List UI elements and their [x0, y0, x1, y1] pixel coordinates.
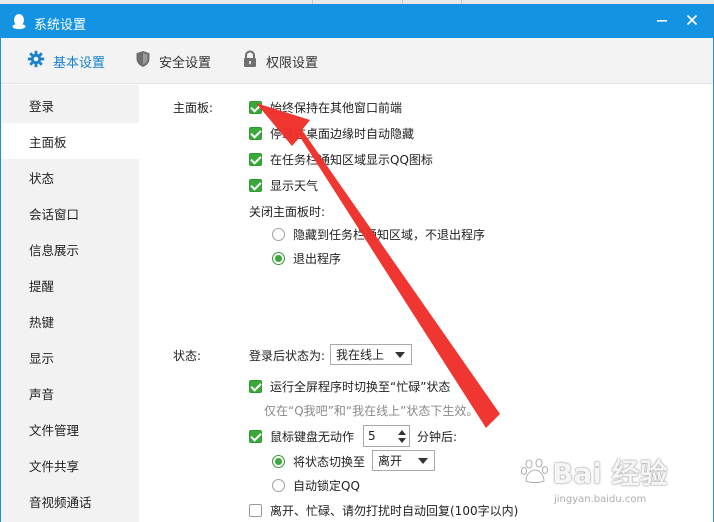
title-bar[interactable]: 系统设置 [1, 5, 713, 38]
gear-icon [27, 50, 53, 72]
settings-sidebar: 登录 主面板 状态 会话窗口 信息展示 提醒 热键 显示 声音 文件管理 文件共… [1, 85, 139, 522]
chevron-down-icon [395, 352, 405, 358]
after-login-status-select[interactable]: 我在线上 [330, 344, 412, 365]
sidebar-item-label: 文件共享 [29, 458, 80, 474]
sidebar-item-label: 文件管理 [29, 422, 80, 438]
tab-permission-settings[interactable]: 权限设置 [242, 38, 318, 84]
sidebar-item-login[interactable]: 登录 [1, 87, 139, 123]
auto-lock-label: 自动锁定QQ [293, 479, 360, 493]
sidebar-item-label: 提醒 [29, 278, 55, 294]
always-on-top-checkbox[interactable] [249, 101, 262, 114]
status-section-label: 状态: [173, 349, 202, 363]
stepper-down-icon[interactable] [398, 438, 406, 443]
after-login-status-value: 我在线上 [336, 348, 385, 362]
close-button[interactable] [679, 9, 705, 33]
fullscreen-busy-hint: 仅在“Q我吧”和“我在线上”状态下生效。 [264, 404, 479, 418]
idle-minutes-value: 5 [368, 429, 376, 443]
idle-label: 鼠标键盘无动作 [270, 430, 355, 444]
hide-to-tray-label: 隐藏到任务栏通知区域，不退出程序 [293, 228, 486, 242]
fullscreen-busy-label: 运行全屏程序时切换至“忙碌”状态 [270, 380, 451, 394]
switch-status-label: 将状态切换至 [293, 455, 366, 469]
sidebar-item-file-sharing[interactable]: 文件共享 [1, 447, 139, 483]
exit-program-radio[interactable] [272, 252, 285, 265]
settings-tab-bar: 基本设置 安全设置 权限设置 [1, 38, 713, 84]
fullscreen-busy-checkbox[interactable] [249, 380, 262, 393]
tray-icon-checkbox[interactable] [249, 153, 262, 166]
sidebar-item-main-panel[interactable]: 主面板 [1, 123, 139, 159]
baidu-paw-icon [521, 458, 548, 483]
show-weather-label: 显示天气 [270, 179, 319, 193]
main-panel-section-label: 主面板: [173, 101, 214, 115]
sidebar-item-label: 信息展示 [29, 242, 80, 258]
hide-to-tray-radio[interactable] [272, 228, 285, 241]
chevron-down-icon [418, 458, 428, 464]
close-icon [686, 14, 698, 29]
settings-window: 系统设置 基本设置 安全设置 权限设置 登录 主面板 状态 会话窗口 信息展示 … [0, 4, 714, 522]
switch-status-radio[interactable] [272, 455, 285, 468]
sidebar-item-label: 登录 [29, 98, 55, 114]
after-login-status-label: 登录后状态为: [249, 349, 326, 363]
sidebar-item-display[interactable]: 显示 [1, 339, 139, 375]
tab-basic-settings[interactable]: 基本设置 [27, 38, 105, 84]
window-title: 系统设置 [34, 18, 87, 33]
show-weather-checkbox[interactable] [249, 179, 262, 192]
watermark-text: Bai 经验 [552, 457, 668, 490]
always-on-top-label: 始终保持在其他窗口前端 [270, 101, 403, 115]
idle-status-select[interactable]: 离开 [372, 450, 435, 471]
sidebar-item-reminder[interactable]: 提醒 [1, 267, 139, 303]
auto-reply-label: 离开、忙碌、请勿打扰时自动回复(100字以内) [270, 504, 519, 518]
sidebar-item-label: 主面板 [29, 134, 67, 150]
tab-security-settings[interactable]: 安全设置 [135, 38, 211, 84]
sidebar-item-sound[interactable]: 声音 [1, 375, 139, 411]
sidebar-item-info-display[interactable]: 信息展示 [1, 231, 139, 267]
tab-permission-settings-label: 权限设置 [266, 55, 319, 71]
sidebar-item-label: 会话窗口 [29, 206, 80, 222]
sidebar-item-label: 显示 [29, 350, 55, 366]
tab-security-settings-label: 安全设置 [159, 55, 212, 71]
stepper-up-icon[interactable] [398, 430, 406, 435]
exit-program-label: 退出程序 [293, 252, 342, 266]
auto-hide-checkbox[interactable] [249, 127, 262, 140]
sidebar-item-label: 声音 [29, 386, 55, 402]
auto-reply-checkbox[interactable] [249, 504, 262, 517]
auto-lock-radio[interactable] [272, 479, 285, 492]
tray-icon-label: 在任务栏通知区域显示QQ图标 [270, 153, 433, 167]
sidebar-item-label: 音视频通话 [29, 494, 92, 510]
qq-penguin-icon [11, 13, 27, 30]
sidebar-item-chat-window[interactable]: 会话窗口 [1, 195, 139, 231]
sidebar-item-hotkeys[interactable]: 热键 [1, 303, 139, 339]
tab-basic-settings-label: 基本设置 [53, 55, 106, 71]
idle-suffix-label: 分钟后: [417, 430, 458, 444]
idle-minutes-stepper[interactable]: 5 [363, 425, 410, 447]
lock-icon [242, 50, 266, 72]
shield-icon [135, 50, 159, 72]
sidebar-item-status[interactable]: 状态 [1, 159, 139, 195]
sidebar-item-label: 状态 [29, 170, 55, 186]
minimize-icon [656, 14, 668, 29]
baidu-watermark: Bai 经验 jingyan.baidu.com [520, 452, 710, 516]
sidebar-item-av-call[interactable]: 音视频通话 [1, 483, 139, 519]
close-panel-label: 关闭主面板时: [249, 205, 326, 219]
minimize-button[interactable] [649, 9, 675, 33]
sidebar-item-label: 热键 [29, 314, 55, 330]
idle-checkbox[interactable] [249, 430, 262, 443]
idle-status-value: 离开 [378, 454, 403, 468]
sidebar-item-file-management[interactable]: 文件管理 [1, 411, 139, 447]
watermark-subtext: jingyan.baidu.com [554, 494, 647, 505]
auto-hide-label: 停靠在桌面边缘时自动隐藏 [270, 127, 415, 141]
